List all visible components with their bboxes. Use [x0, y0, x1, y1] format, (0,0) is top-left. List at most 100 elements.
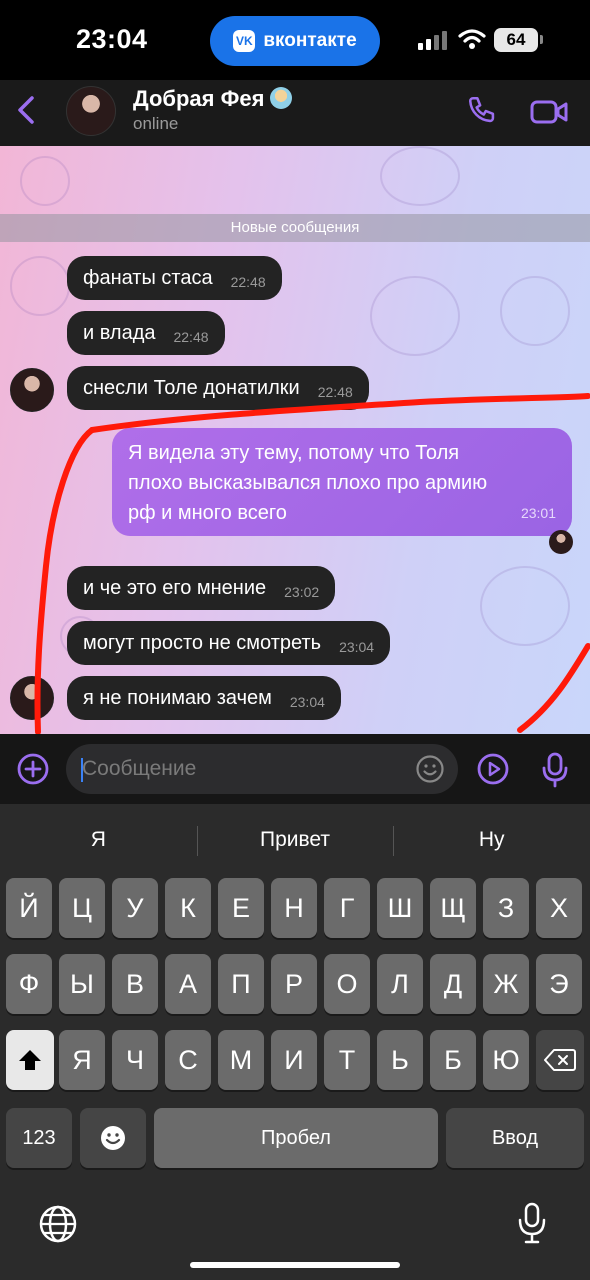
- wallpaper-doodle: [500, 276, 570, 346]
- key[interactable]: Н: [271, 878, 317, 938]
- message-bubble-incoming[interactable]: снесли Толе донатилки 22:48: [67, 366, 369, 410]
- key[interactable]: С: [165, 1030, 211, 1090]
- key[interactable]: Б: [430, 1030, 476, 1090]
- message-text-line: рф и много всего: [128, 502, 287, 524]
- key[interactable]: Ш: [377, 878, 423, 938]
- message-text: и влада: [83, 321, 156, 344]
- emoji-keyboard-icon: [101, 1126, 125, 1150]
- attach-plus-icon[interactable]: [16, 752, 50, 786]
- key[interactable]: В: [112, 954, 158, 1014]
- video-message-play-icon[interactable]: [476, 752, 510, 786]
- keyboard-suggestions: Я Привет Ну: [0, 816, 590, 864]
- key[interactable]: М: [218, 1030, 264, 1090]
- status-bar: 23:04 VK вконтакте 64: [0, 0, 590, 80]
- message-time: 23:04: [339, 639, 375, 655]
- keyboard: Я Привет Ну Й Ц У К Е Н Г Ш Щ З Х Ф Ы В …: [0, 804, 590, 1280]
- status-time: 23:04: [76, 24, 148, 54]
- message-bubble-outgoing[interactable]: Я видела эту тему, потому что Толя плохо…: [112, 428, 572, 536]
- key[interactable]: Х: [536, 878, 582, 938]
- contact-name: Добрая Фея: [133, 86, 265, 111]
- wallpaper-doodle: [380, 146, 460, 206]
- key[interactable]: Э: [536, 954, 582, 1014]
- message-bubble-incoming[interactable]: и че это его мнение 23:02: [67, 566, 336, 610]
- message-bubble-incoming[interactable]: фанаты стаса 22:48: [67, 256, 282, 300]
- suggestion-item[interactable]: Ну: [393, 816, 590, 864]
- wallpaper-doodle: [10, 256, 70, 316]
- key[interactable]: Я: [59, 1030, 105, 1090]
- numbers-key[interactable]: 123: [6, 1108, 72, 1168]
- key[interactable]: З: [483, 878, 529, 938]
- message-time: 22:48: [317, 384, 353, 400]
- message-text: фанаты стаса: [83, 266, 213, 289]
- key[interactable]: Ф: [6, 954, 52, 1014]
- space-key[interactable]: Пробел: [154, 1108, 438, 1168]
- message-time: 23:04: [289, 694, 325, 710]
- contact-avatar[interactable]: [66, 86, 116, 136]
- message-text: я не понимаю зачем: [83, 686, 272, 709]
- message-bubble-incoming[interactable]: я не понимаю зачем 23:04: [67, 676, 341, 720]
- wifi-icon: [458, 29, 486, 49]
- vk-logo-icon: VK: [233, 30, 256, 52]
- key[interactable]: Ы: [59, 954, 105, 1014]
- message-input[interactable]: [66, 744, 458, 794]
- message-text: и че это его мнение: [83, 576, 267, 599]
- new-messages-divider: Новые сообщения: [0, 214, 590, 242]
- chat-messages-area[interactable]: Новые сообщения фанаты стаса 22:48 и вла…: [0, 146, 590, 734]
- microphone-icon[interactable]: [540, 752, 570, 788]
- vk-app-label: вконтакте: [263, 30, 357, 51]
- key[interactable]: Щ: [430, 878, 476, 938]
- backspace-key[interactable]: [536, 1030, 584, 1090]
- emoji-key[interactable]: [80, 1108, 146, 1168]
- shift-arrow-icon: [19, 1050, 41, 1070]
- key[interactable]: Ч: [112, 1030, 158, 1090]
- key[interactable]: Ю: [483, 1030, 529, 1090]
- home-indicator: [190, 1262, 400, 1268]
- fairy-emoji-icon: [270, 87, 293, 109]
- shift-key[interactable]: [6, 1030, 54, 1090]
- message-time: 23:02: [284, 584, 320, 600]
- key[interactable]: А: [165, 954, 211, 1014]
- key[interactable]: Ц: [59, 878, 105, 938]
- message-text-line: Я видела эту тему, потому что Толя: [128, 442, 460, 464]
- key[interactable]: Р: [271, 954, 317, 1014]
- key[interactable]: О: [324, 954, 370, 1014]
- video-call-icon[interactable]: [530, 98, 568, 126]
- vk-app-pill[interactable]: VK вконтакте: [210, 16, 380, 66]
- key[interactable]: Г: [324, 878, 370, 938]
- message-text: могут просто не смотреть: [83, 631, 322, 654]
- key[interactable]: К: [165, 878, 211, 938]
- battery-icon: 64: [494, 28, 538, 52]
- message-time: 22:48: [230, 274, 266, 290]
- key[interactable]: У: [112, 878, 158, 938]
- key[interactable]: П: [218, 954, 264, 1014]
- sender-avatar[interactable]: [10, 676, 54, 720]
- key[interactable]: Й: [6, 878, 52, 938]
- globe-language-icon[interactable]: [38, 1204, 78, 1244]
- message-bubble-incoming[interactable]: могут просто не смотреть 23:04: [67, 621, 391, 665]
- backspace-icon: [544, 1049, 576, 1071]
- contact-name-row[interactable]: Добрая Фея: [133, 86, 293, 112]
- key[interactable]: Д: [430, 954, 476, 1014]
- message-bubble-incoming[interactable]: и влада 22:48: [67, 311, 225, 355]
- phone-call-icon[interactable]: [466, 94, 500, 128]
- message-text: снесли Толе донатилки: [83, 376, 300, 399]
- wallpaper-doodle: [20, 156, 70, 206]
- emoji-smile-icon[interactable]: [415, 754, 445, 784]
- key[interactable]: Ж: [483, 954, 529, 1014]
- key[interactable]: Л: [377, 954, 423, 1014]
- suggestion-item[interactable]: Привет: [196, 816, 394, 864]
- suggestion-item[interactable]: Я: [0, 816, 197, 864]
- cellular-signal-icon: [418, 31, 447, 50]
- message-text-line: плохо высказывался плохо про армию: [128, 472, 488, 494]
- wallpaper-doodle: [370, 276, 460, 356]
- dictation-mic-icon[interactable]: [516, 1202, 548, 1244]
- key[interactable]: Е: [218, 878, 264, 938]
- key[interactable]: Т: [324, 1030, 370, 1090]
- return-key[interactable]: Ввод: [446, 1108, 584, 1168]
- back-chevron-icon[interactable]: [10, 90, 46, 130]
- key[interactable]: Ь: [377, 1030, 423, 1090]
- read-receipt-avatar: [549, 530, 573, 554]
- wallpaper-doodle: [480, 566, 570, 646]
- sender-avatar[interactable]: [10, 368, 54, 412]
- key[interactable]: И: [271, 1030, 317, 1090]
